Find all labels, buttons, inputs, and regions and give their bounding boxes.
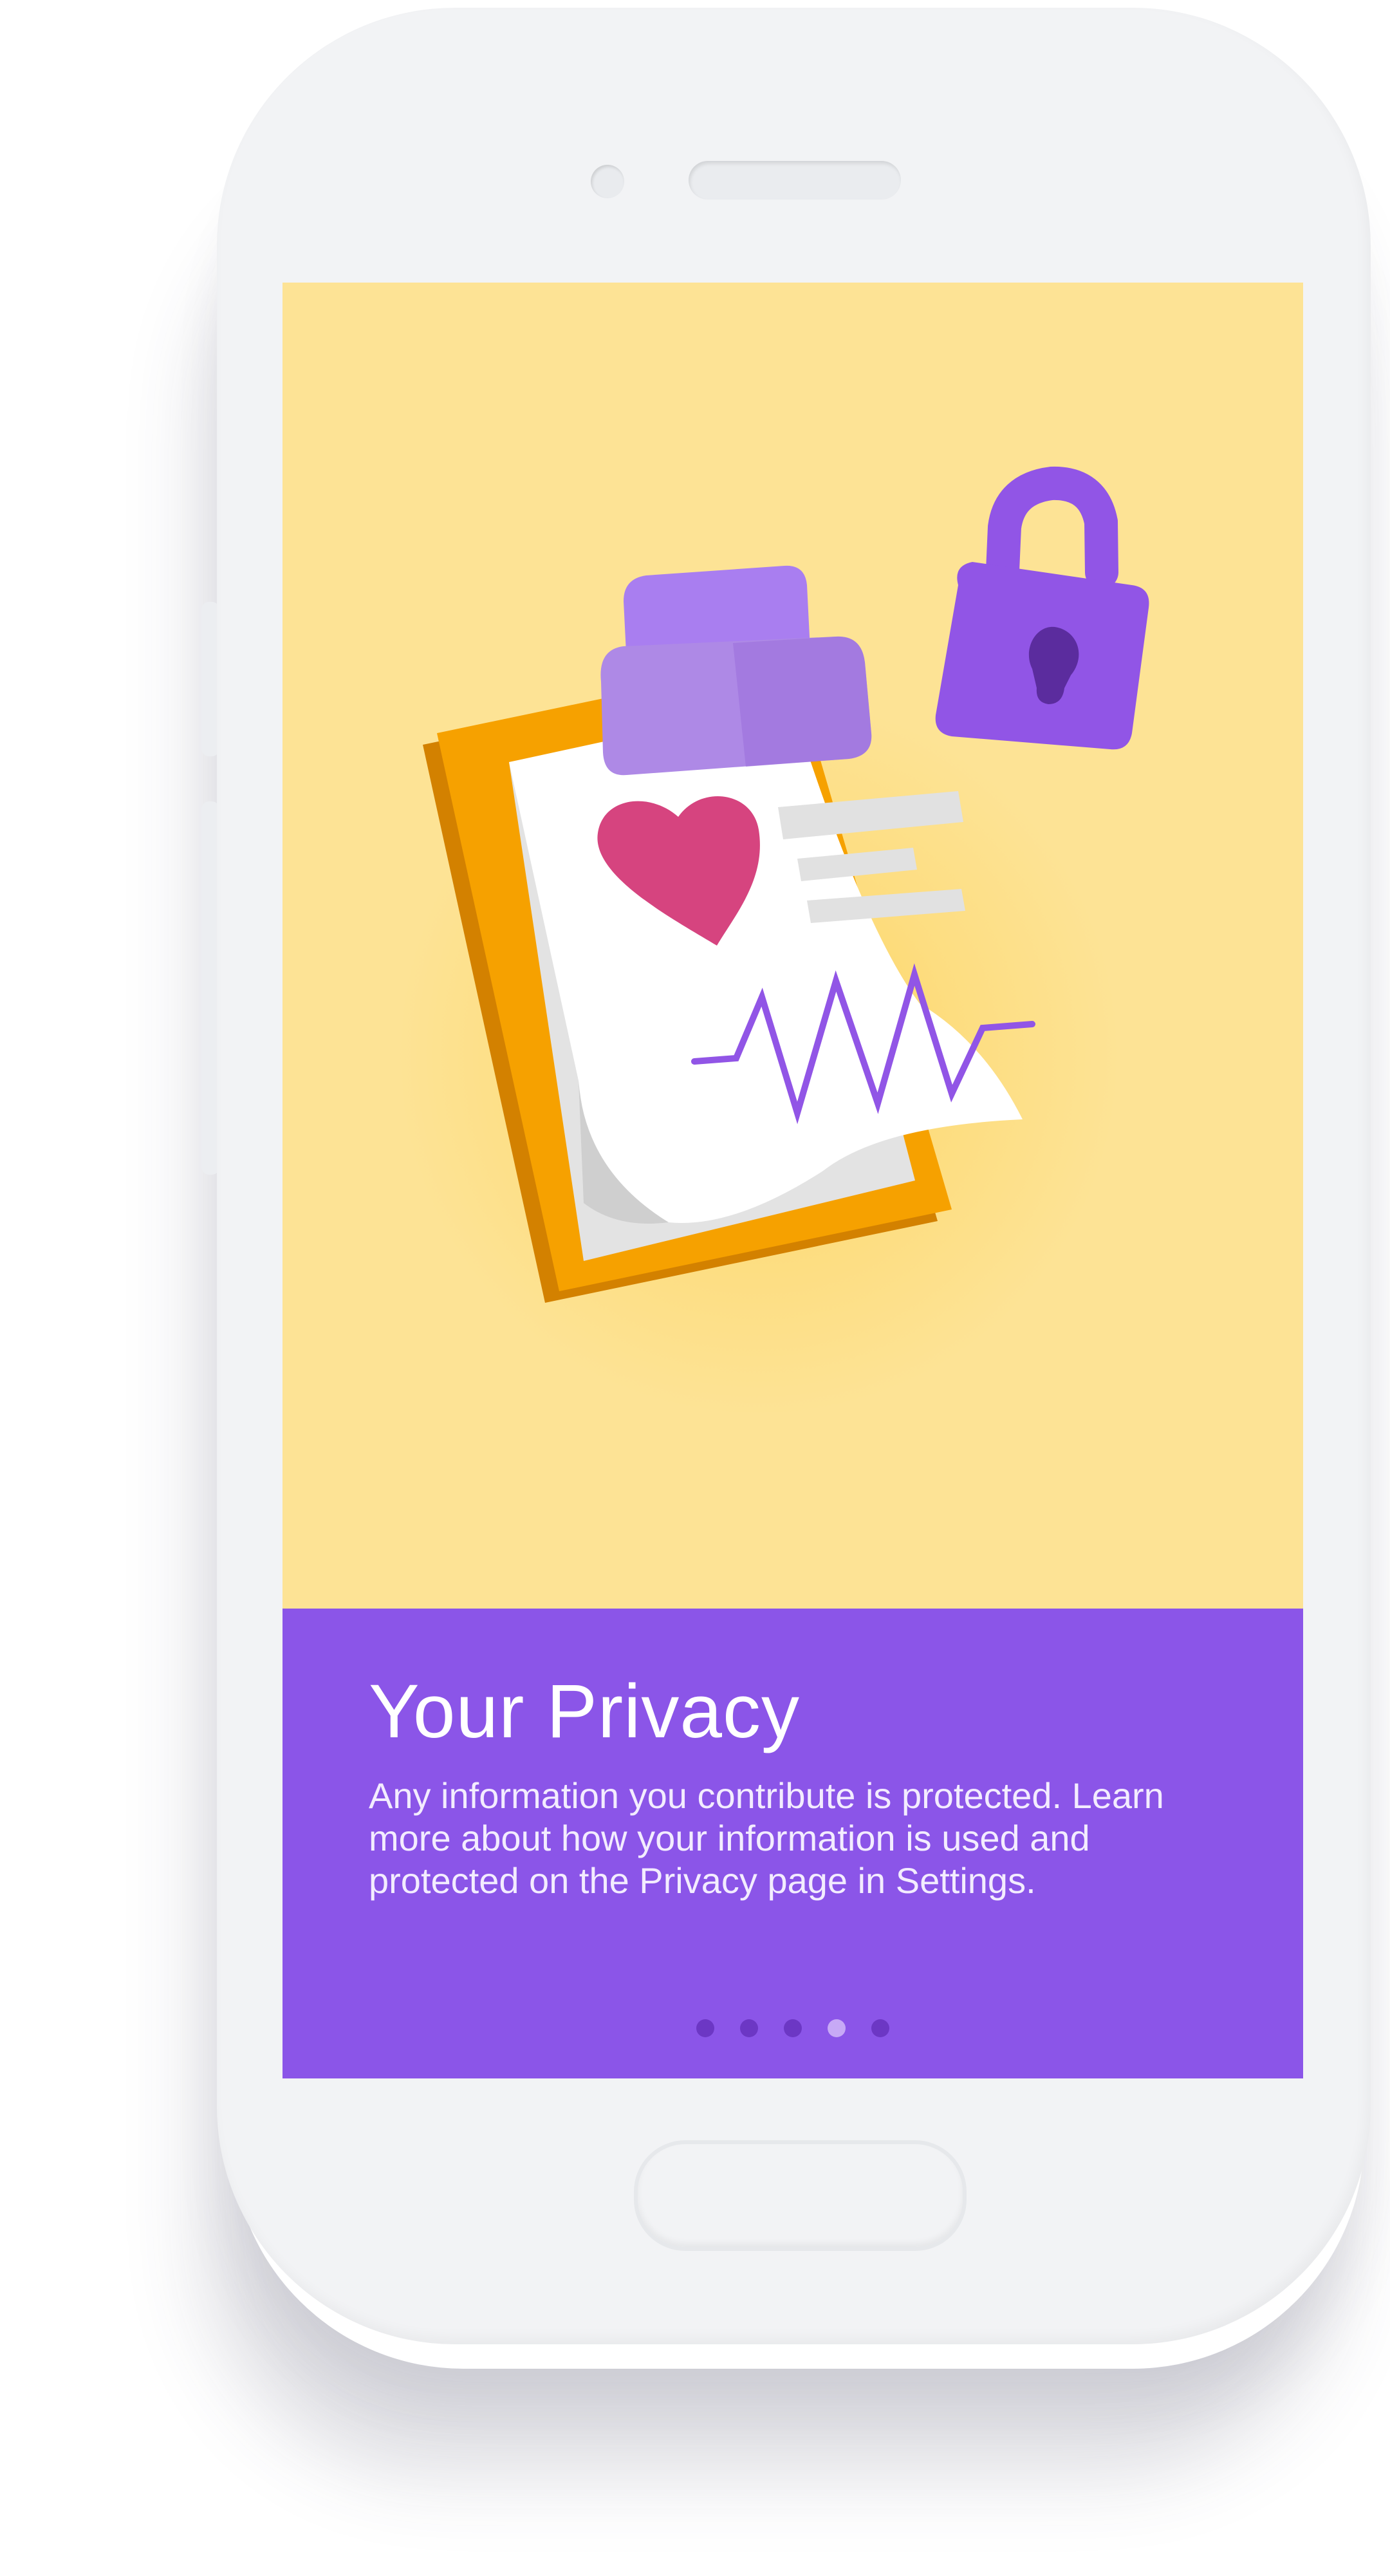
page-dot-2[interactable] <box>740 2019 758 2037</box>
page-indicator <box>283 2019 1303 2037</box>
hero-illustration <box>283 283 1303 1609</box>
page-title: Your Privacy <box>369 1669 801 1754</box>
info-panel: Your Privacy Any information you contrib… <box>283 1609 1303 2078</box>
home-button[interactable] <box>634 2140 967 2251</box>
earpiece-speaker <box>689 161 901 200</box>
app-screen: Your Privacy Any information you contrib… <box>283 283 1303 2078</box>
page-description: Any information you contribute is protec… <box>369 1775 1164 1901</box>
padlock-icon <box>935 466 1149 750</box>
page-dot-5[interactable] <box>871 2019 889 2037</box>
page-dot-3[interactable] <box>784 2019 802 2037</box>
page-dot-1[interactable] <box>696 2019 714 2037</box>
page-dot-4-active[interactable] <box>828 2019 846 2037</box>
privacy-illustration <box>423 466 1149 1303</box>
front-camera <box>591 165 624 198</box>
